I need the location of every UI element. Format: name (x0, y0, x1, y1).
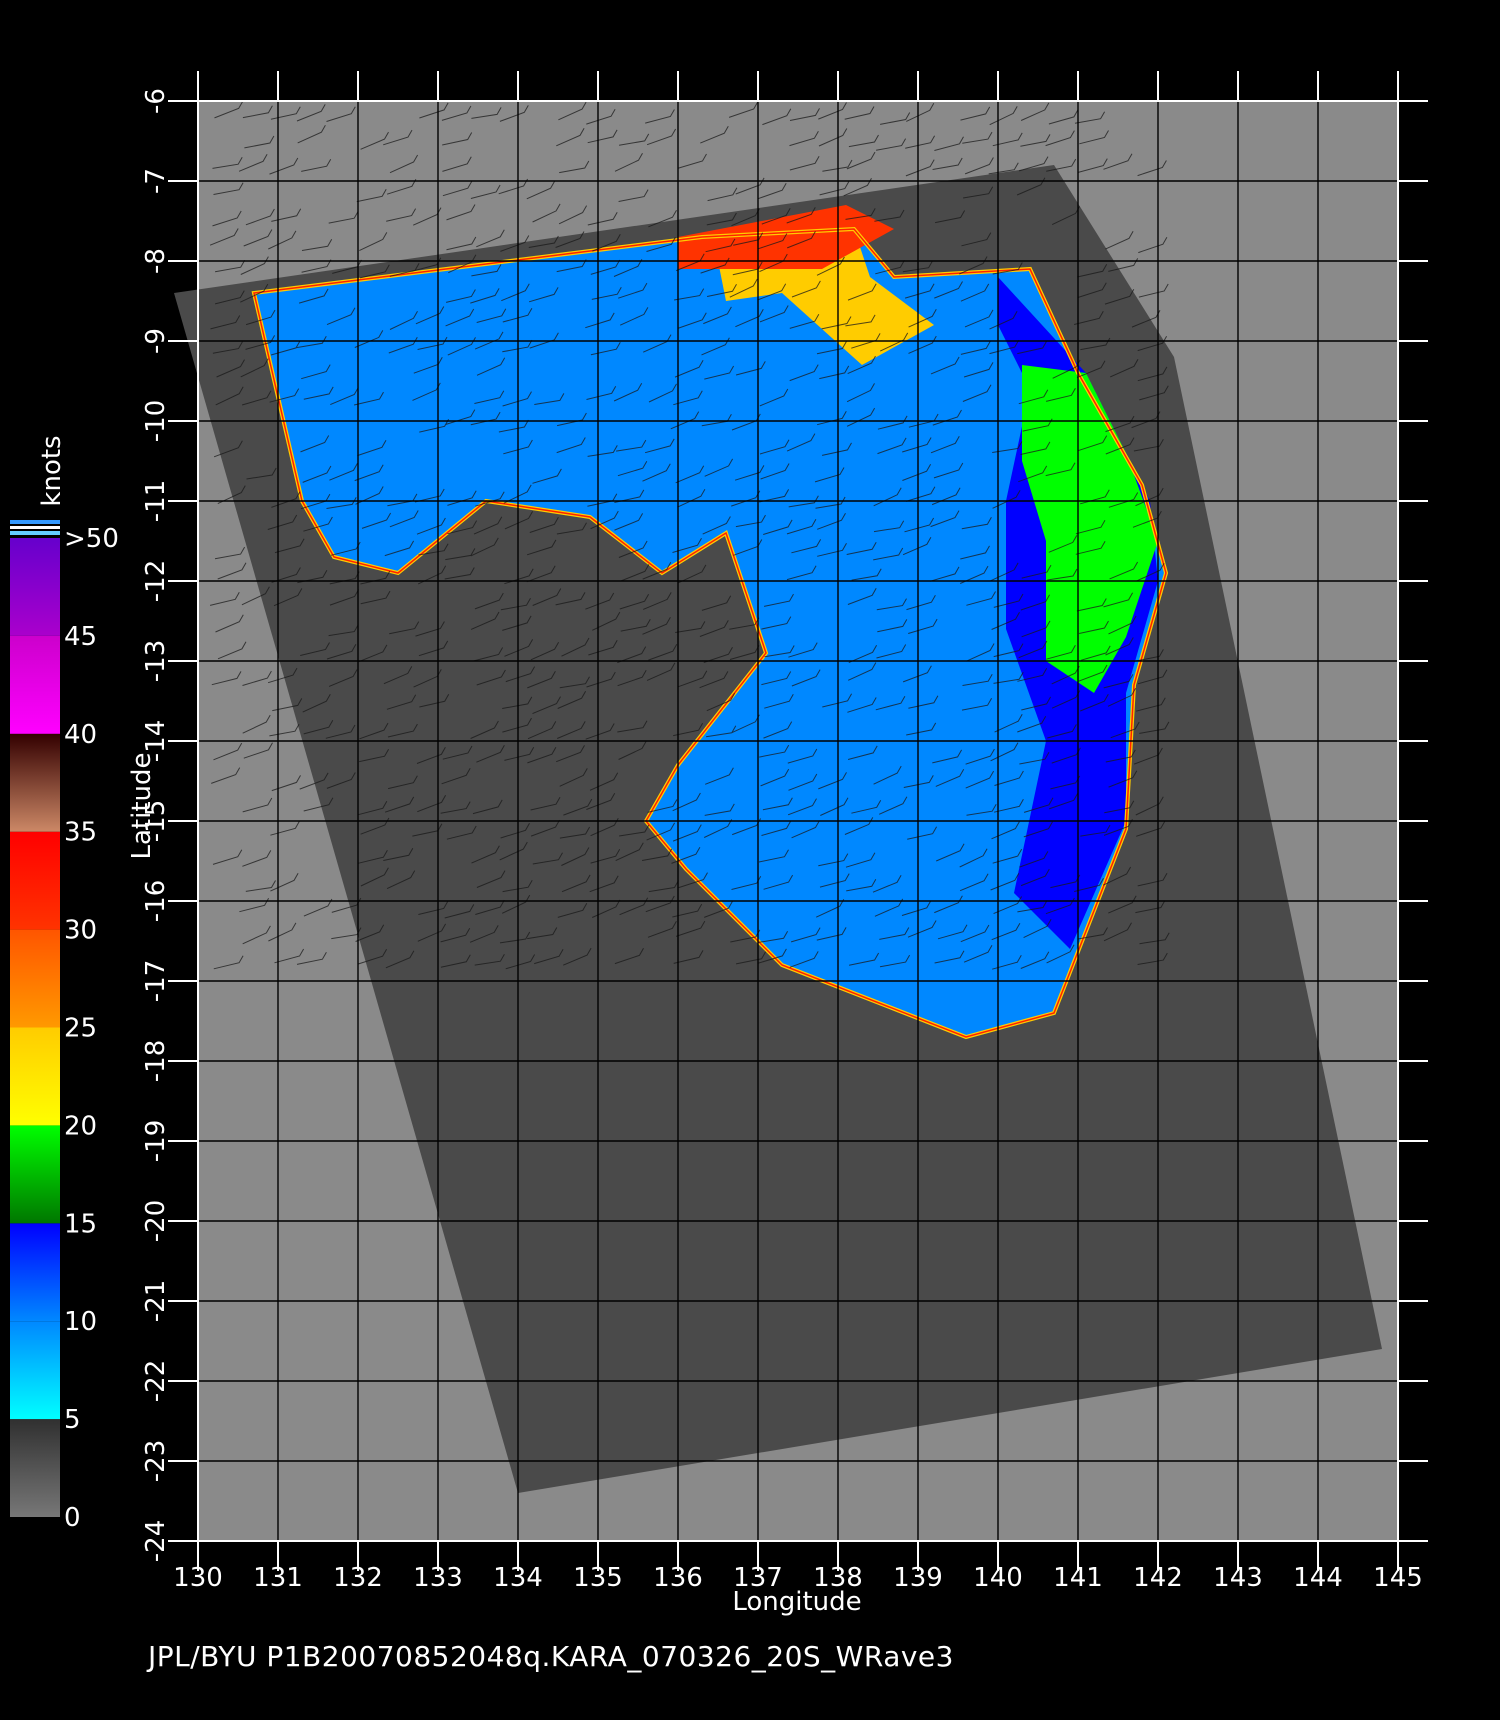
colorbar-cap-stripe (10, 531, 60, 535)
colorbar-band (10, 831, 60, 930)
colorbar-band (10, 1419, 60, 1517)
y-tick-label: -6 (141, 88, 171, 114)
x-tick-label: 142 (1133, 1563, 1183, 1593)
x-tick-label: 139 (893, 1563, 943, 1593)
x-tick-label: 143 (1213, 1563, 1263, 1593)
y-tick-label: -7 (141, 168, 171, 194)
colorbar-tick-label: 35 (64, 818, 97, 848)
colorbar-tick-label: 10 (64, 1307, 97, 1337)
x-tick-label: 144 (1293, 1563, 1343, 1593)
colorbar-band (10, 929, 60, 1028)
colorbar-tick-label: 30 (64, 916, 97, 946)
colorbar-band (10, 733, 60, 832)
y-tick-label: -22 (141, 1360, 171, 1402)
footer-caption: JPL/BYU P1B20070852048q.KARA_070326_20S_… (148, 1640, 954, 1673)
colorbar-band (10, 1321, 60, 1420)
y-tick-label: -12 (141, 560, 171, 602)
colorbar-band (10, 538, 60, 636)
x-tick-label: 132 (333, 1563, 383, 1593)
y-tick-label: -19 (141, 1120, 171, 1162)
colorbar-band (10, 1125, 60, 1224)
x-tick-label: 134 (493, 1563, 543, 1593)
x-tick-label: 131 (253, 1563, 303, 1593)
colorbar-cap-stripe (10, 520, 60, 524)
x-tick-label: 145 (1373, 1563, 1423, 1593)
colorbar-band (10, 1223, 60, 1322)
colorbar-tick-label: 15 (64, 1209, 97, 1239)
y-tick-label: -17 (141, 960, 171, 1002)
x-axis-label: Longitude (732, 1587, 861, 1617)
y-axis-label: Latitude (127, 752, 157, 859)
y-tick-label: -8 (141, 248, 171, 274)
y-tick-label: -9 (141, 328, 171, 354)
y-tick-label: -18 (141, 1040, 171, 1082)
colorbar-tick-label: 20 (64, 1111, 97, 1141)
x-tick-label: 136 (653, 1563, 703, 1593)
wind-chart: 130 131 132 133 134 135 136 137 138 139 140 141 142 1… (0, 0, 1500, 1720)
colorbar-tick-label: >50 (64, 524, 119, 554)
x-tick-label: 130 (173, 1563, 223, 1593)
x-tick-label: 133 (413, 1563, 463, 1593)
y-tick-label: -23 (141, 1440, 171, 1482)
x-tick-label: 140 (973, 1563, 1023, 1593)
y-tick-label: -16 (141, 880, 171, 922)
colorbar-tick-label: 0 (64, 1503, 81, 1533)
y-tick-label: -10 (141, 400, 171, 442)
colorbar-label: knots (37, 435, 67, 506)
x-tick-label: 135 (573, 1563, 623, 1593)
x-tick-label: 141 (1053, 1563, 1103, 1593)
colorbar-band (10, 1027, 60, 1126)
colorbar-cap-stripe (10, 526, 60, 529)
y-tick-label: -24 (141, 1520, 171, 1562)
colorbar-tick-label: 25 (64, 1014, 97, 1044)
colorbar-tick-label: 45 (64, 622, 97, 652)
colorbar-tick-label: 5 (64, 1405, 81, 1435)
y-tick-label: -11 (141, 480, 171, 522)
y-tick-label: -20 (141, 1200, 171, 1242)
y-tick-label: -21 (141, 1280, 171, 1322)
colorbar-tick-label: 40 (64, 720, 97, 750)
colorbar-band (10, 635, 60, 734)
y-tick-label: -13 (141, 640, 171, 682)
